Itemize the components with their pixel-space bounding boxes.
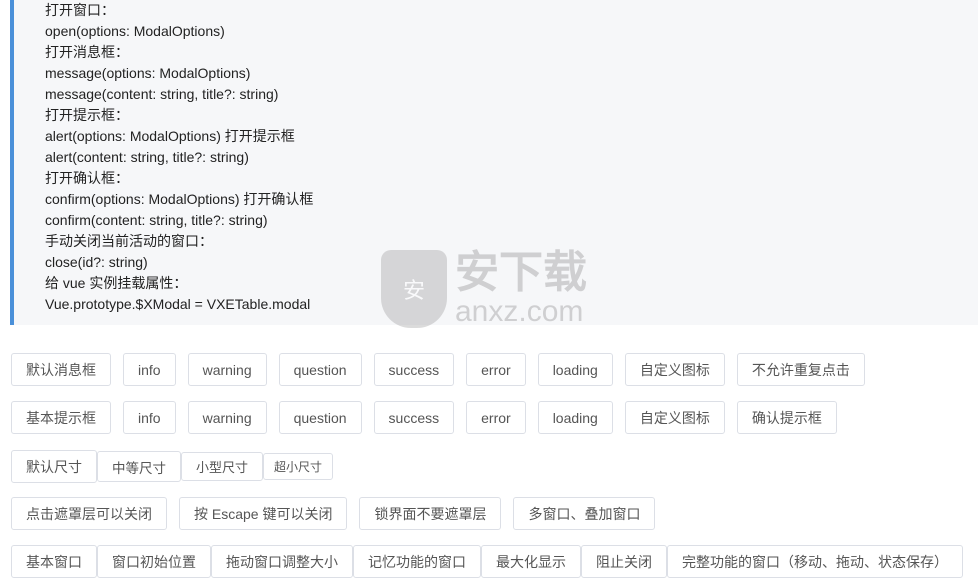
sizes-button[interactable]: 超小尺寸 <box>263 453 334 480</box>
api-doc-blockquote: 打开窗口： open(options: ModalOptions) 打开消息框： me… <box>10 0 978 325</box>
doc-line: close(id?: string) <box>45 254 148 270</box>
alert-button[interactable]: info <box>123 401 176 434</box>
alert-button[interactable]: 确认提示框 <box>736 401 837 434</box>
message-button[interactable]: question <box>278 353 362 386</box>
window-button[interactable]: 窗口初始位置 <box>97 545 211 578</box>
window-button[interactable]: 拖动窗口调整大小 <box>211 545 353 578</box>
doc-line: alert(options: ModalOptions) 打开提示框 <box>45 128 295 144</box>
message-button[interactable]: loading <box>537 353 613 386</box>
mask-button[interactable]: 多窗口、叠加窗口 <box>513 497 656 530</box>
alert-buttons-row: 基本提示框 info warning question success error load… <box>11 401 849 434</box>
window-button[interactable]: 基本窗口 <box>11 545 97 578</box>
doc-line: 打开消息框： <box>45 44 129 60</box>
sizes-button[interactable]: 默认尺寸 <box>11 450 97 483</box>
doc-line: 手动关闭当前活动的窗口： <box>45 233 213 249</box>
alert-button[interactable]: 基本提示框 <box>11 401 111 434</box>
doc-line: open(options: ModalOptions) <box>45 23 225 39</box>
message-button[interactable]: success <box>373 353 455 386</box>
doc-line: 给 vue 实例挂载属性： <box>45 275 188 291</box>
window-button[interactable]: 完整功能的窗口（移动、拖动、状态保存） <box>667 545 963 578</box>
window-button[interactable]: 最大化显示 <box>481 545 581 578</box>
message-button[interactable]: 自定义图标 <box>624 353 725 386</box>
doc-line: alert(content: string, title?: string) <box>45 149 249 165</box>
alert-button[interactable]: warning <box>187 401 267 434</box>
mask-button[interactable]: 按 Escape 键可以关闭 <box>179 497 348 530</box>
alert-button[interactable]: question <box>278 401 362 434</box>
doc-line: Vue.prototype.$XModal = VXETable.modal <box>45 296 311 312</box>
message-button[interactable]: info <box>123 353 176 386</box>
message-button[interactable]: 默认消息框 <box>11 353 111 386</box>
window-button[interactable]: 记忆功能的窗口 <box>353 545 481 578</box>
message-buttons-row: 默认消息框 info warning question success error load… <box>11 353 877 386</box>
doc-line: 打开窗口： <box>45 2 115 18</box>
alert-button[interactable]: 自定义图标 <box>624 401 725 434</box>
mask-button[interactable]: 点击遮罩层可以关闭 <box>11 497 167 530</box>
alert-button[interactable]: error <box>466 401 526 434</box>
doc-line: confirm(options: ModalOptions) 打开确认框 <box>45 191 314 207</box>
message-button[interactable]: 不允许重复点击 <box>736 353 865 386</box>
doc-line: 打开确认框： <box>45 170 129 186</box>
window-button[interactable]: 阻止关闭 <box>581 545 667 578</box>
size-buttons-row: 默认尺寸 中等尺寸 小型尺寸 超小尺寸 <box>11 450 334 483</box>
alert-button[interactable]: loading <box>537 401 613 434</box>
doc-line: message(options: ModalOptions) <box>45 65 251 81</box>
message-button[interactable]: warning <box>187 353 267 386</box>
sizes-button[interactable]: 小型尺寸 <box>181 452 264 481</box>
alert-button[interactable]: success <box>373 401 455 434</box>
doc-line: 打开提示框： <box>45 107 129 123</box>
doc-line: confirm(content: string, title?: string) <box>45 212 268 228</box>
window-buttons-row: 基本窗口 窗口初始位置 拖动窗口调整大小 记忆功能的窗口 最大化显示 阻止关闭 完整功能的窗… <box>11 545 963 578</box>
sizes-button[interactable]: 中等尺寸 <box>97 451 181 482</box>
message-button[interactable]: error <box>466 353 526 386</box>
mask-button[interactable]: 锁界面不要遮罩层 <box>359 497 502 530</box>
mask-buttons-row: 点击遮罩层可以关闭按 Escape 键可以关闭 锁界面不要遮罩层 多窗口、叠加窗口 <box>11 497 667 530</box>
doc-line: message(content: string, title?: string) <box>45 86 279 102</box>
